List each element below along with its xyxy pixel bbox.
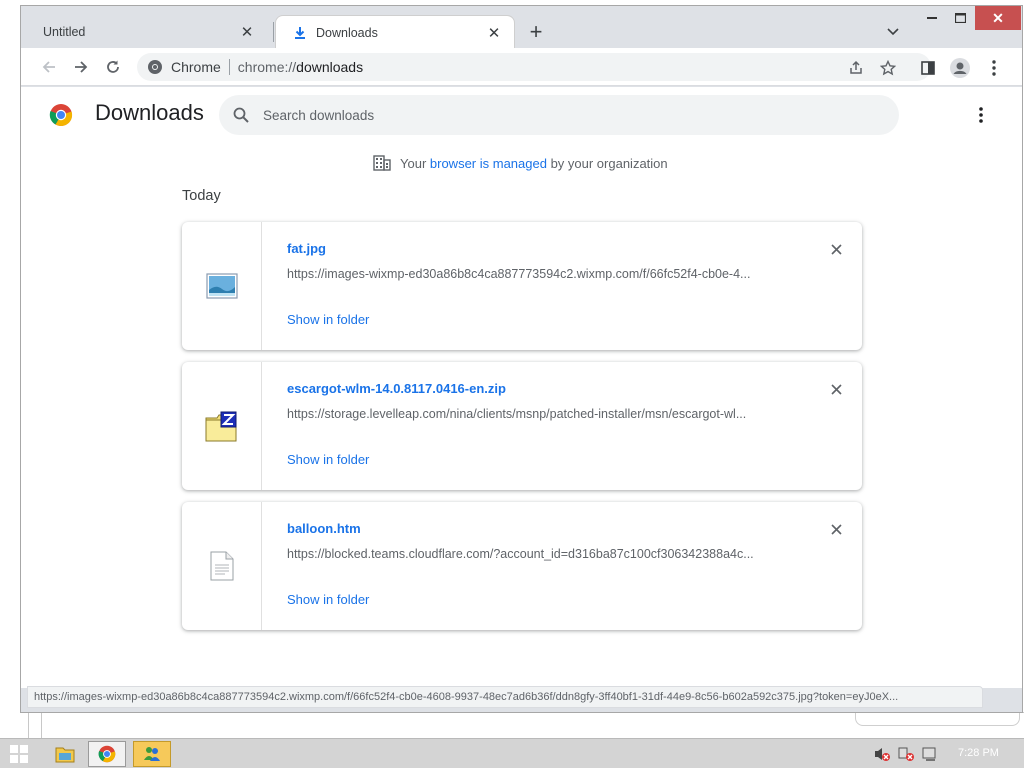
back-button[interactable] (37, 55, 61, 79)
tab-downloads[interactable]: Downloads ✕ (275, 15, 515, 49)
page-title: Downloads (95, 100, 204, 125)
link-status-bar: https://images-wixmp-ed30a86b8c4ca887773… (27, 686, 983, 708)
file-icon-column (182, 222, 262, 350)
download-source-url: https://blocked.teams.cloudflare.com/?ac… (287, 547, 754, 561)
omnibox-divider (228, 59, 230, 75)
browser-toolbar: Chrome chrome://downloads (21, 48, 1022, 86)
tab-close-icon[interactable]: ✕ (486, 25, 502, 42)
tab-strip: Untitled ✕ Downloads ✕ + ✕ (21, 6, 1022, 49)
taskbar-clock[interactable]: 7:28 PM (958, 747, 999, 759)
remove-download-close-icon[interactable] (826, 239, 846, 259)
start-button[interactable] (10, 745, 28, 763)
side-panel-icon[interactable] (917, 57, 939, 79)
taskbar-chrome[interactable] (88, 741, 126, 767)
file-icon-column (182, 362, 262, 490)
download-source-url: https://images-wixmp-ed30a86b8c4ca887773… (287, 267, 751, 281)
tab-title: Downloads (316, 25, 378, 40)
managed-notice: Your browser is managed by your organiza… (373, 155, 668, 171)
remove-download-close-icon[interactable] (826, 519, 846, 539)
download-item: balloon.htm https://blocked.teams.cloudf… (182, 502, 862, 630)
chrome-icon (148, 60, 162, 74)
download-file-name[interactable]: balloon.htm (287, 521, 361, 536)
browser-menu-icon[interactable] (983, 57, 1005, 79)
forward-button[interactable] (69, 55, 93, 79)
document-file-icon (210, 551, 233, 581)
site-info-chip[interactable]: Chrome (147, 59, 221, 75)
file-icon-column (182, 502, 262, 630)
folder-icon (55, 747, 75, 763)
managed-prefix: Your (400, 155, 430, 171)
remove-download-close-icon[interactable] (826, 379, 846, 399)
image-file-icon (205, 273, 238, 299)
network-error-icon[interactable] (897, 746, 915, 762)
speaker-muted-icon[interactable] (873, 746, 891, 762)
managed-suffix: by your organization (546, 155, 668, 171)
background-window-edge-left (28, 712, 42, 740)
tab-title: Untitled (43, 25, 86, 39)
profile-avatar-icon[interactable] (949, 57, 971, 79)
share-icon[interactable] (847, 59, 865, 77)
download-file-name[interactable]: fat.jpg (287, 241, 326, 256)
show-in-folder-link[interactable]: Show in folder (287, 312, 369, 327)
zip-file-icon (205, 411, 236, 442)
downloads-page: Downloads Your browser is managed by you… (21, 87, 1022, 688)
tab-search-icon[interactable] (883, 22, 903, 42)
download-icon (292, 25, 308, 41)
date-section-label: Today (182, 188, 221, 204)
address-bar[interactable]: Chrome chrome://downloads (137, 53, 931, 81)
search-downloads-box[interactable] (219, 95, 899, 135)
new-tab-button[interactable]: + (524, 19, 548, 44)
url-scheme: chrome:// (237, 59, 297, 75)
download-item: fat.jpg https://images-wixmp-ed30a86b8c4… (182, 222, 862, 350)
building-icon (373, 155, 391, 171)
download-file-name[interactable]: escargot-wlm-14.0.8117.0416-en.zip (287, 381, 506, 396)
taskbar: 7:28 PM (0, 738, 1024, 768)
search-input[interactable] (263, 107, 823, 123)
maximize-button[interactable] (947, 6, 973, 30)
messenger-buddies-icon (144, 747, 160, 761)
chrome-window: Untitled ✕ Downloads ✕ + ✕ Chrome chrome… (20, 5, 1023, 713)
show-in-folder-link[interactable]: Show in folder (287, 592, 369, 607)
bookmark-star-icon[interactable] (879, 59, 897, 77)
action-center-icon[interactable] (921, 746, 939, 762)
taskbar-file-explorer[interactable] (46, 741, 84, 767)
taskbar-messenger[interactable] (133, 741, 171, 767)
download-source-url: https://storage.levelleap.com/nina/clien… (287, 407, 747, 421)
show-in-folder-link[interactable]: Show in folder (287, 452, 369, 467)
minimize-button[interactable] (919, 6, 945, 30)
windows-logo-icon (10, 745, 28, 763)
chrome-icon (98, 745, 116, 763)
tab-close-icon[interactable]: ✕ (239, 24, 255, 41)
tab-untitled[interactable]: Untitled ✕ (27, 15, 267, 49)
chrome-logo-icon (49, 104, 73, 127)
managed-link[interactable]: browser is managed (430, 156, 547, 171)
close-window-button[interactable]: ✕ (975, 6, 1021, 30)
downloads-header: Downloads (21, 87, 1022, 143)
reload-button[interactable] (101, 55, 125, 79)
download-item: escargot-wlm-14.0.8117.0416-en.zip https… (182, 362, 862, 490)
site-label: Chrome (171, 59, 221, 75)
url-host: downloads (296, 59, 364, 75)
tab-separator (273, 22, 274, 42)
downloads-more-menu-icon[interactable] (971, 105, 991, 125)
search-icon (233, 107, 249, 123)
url-text: chrome://downloads (238, 59, 363, 75)
